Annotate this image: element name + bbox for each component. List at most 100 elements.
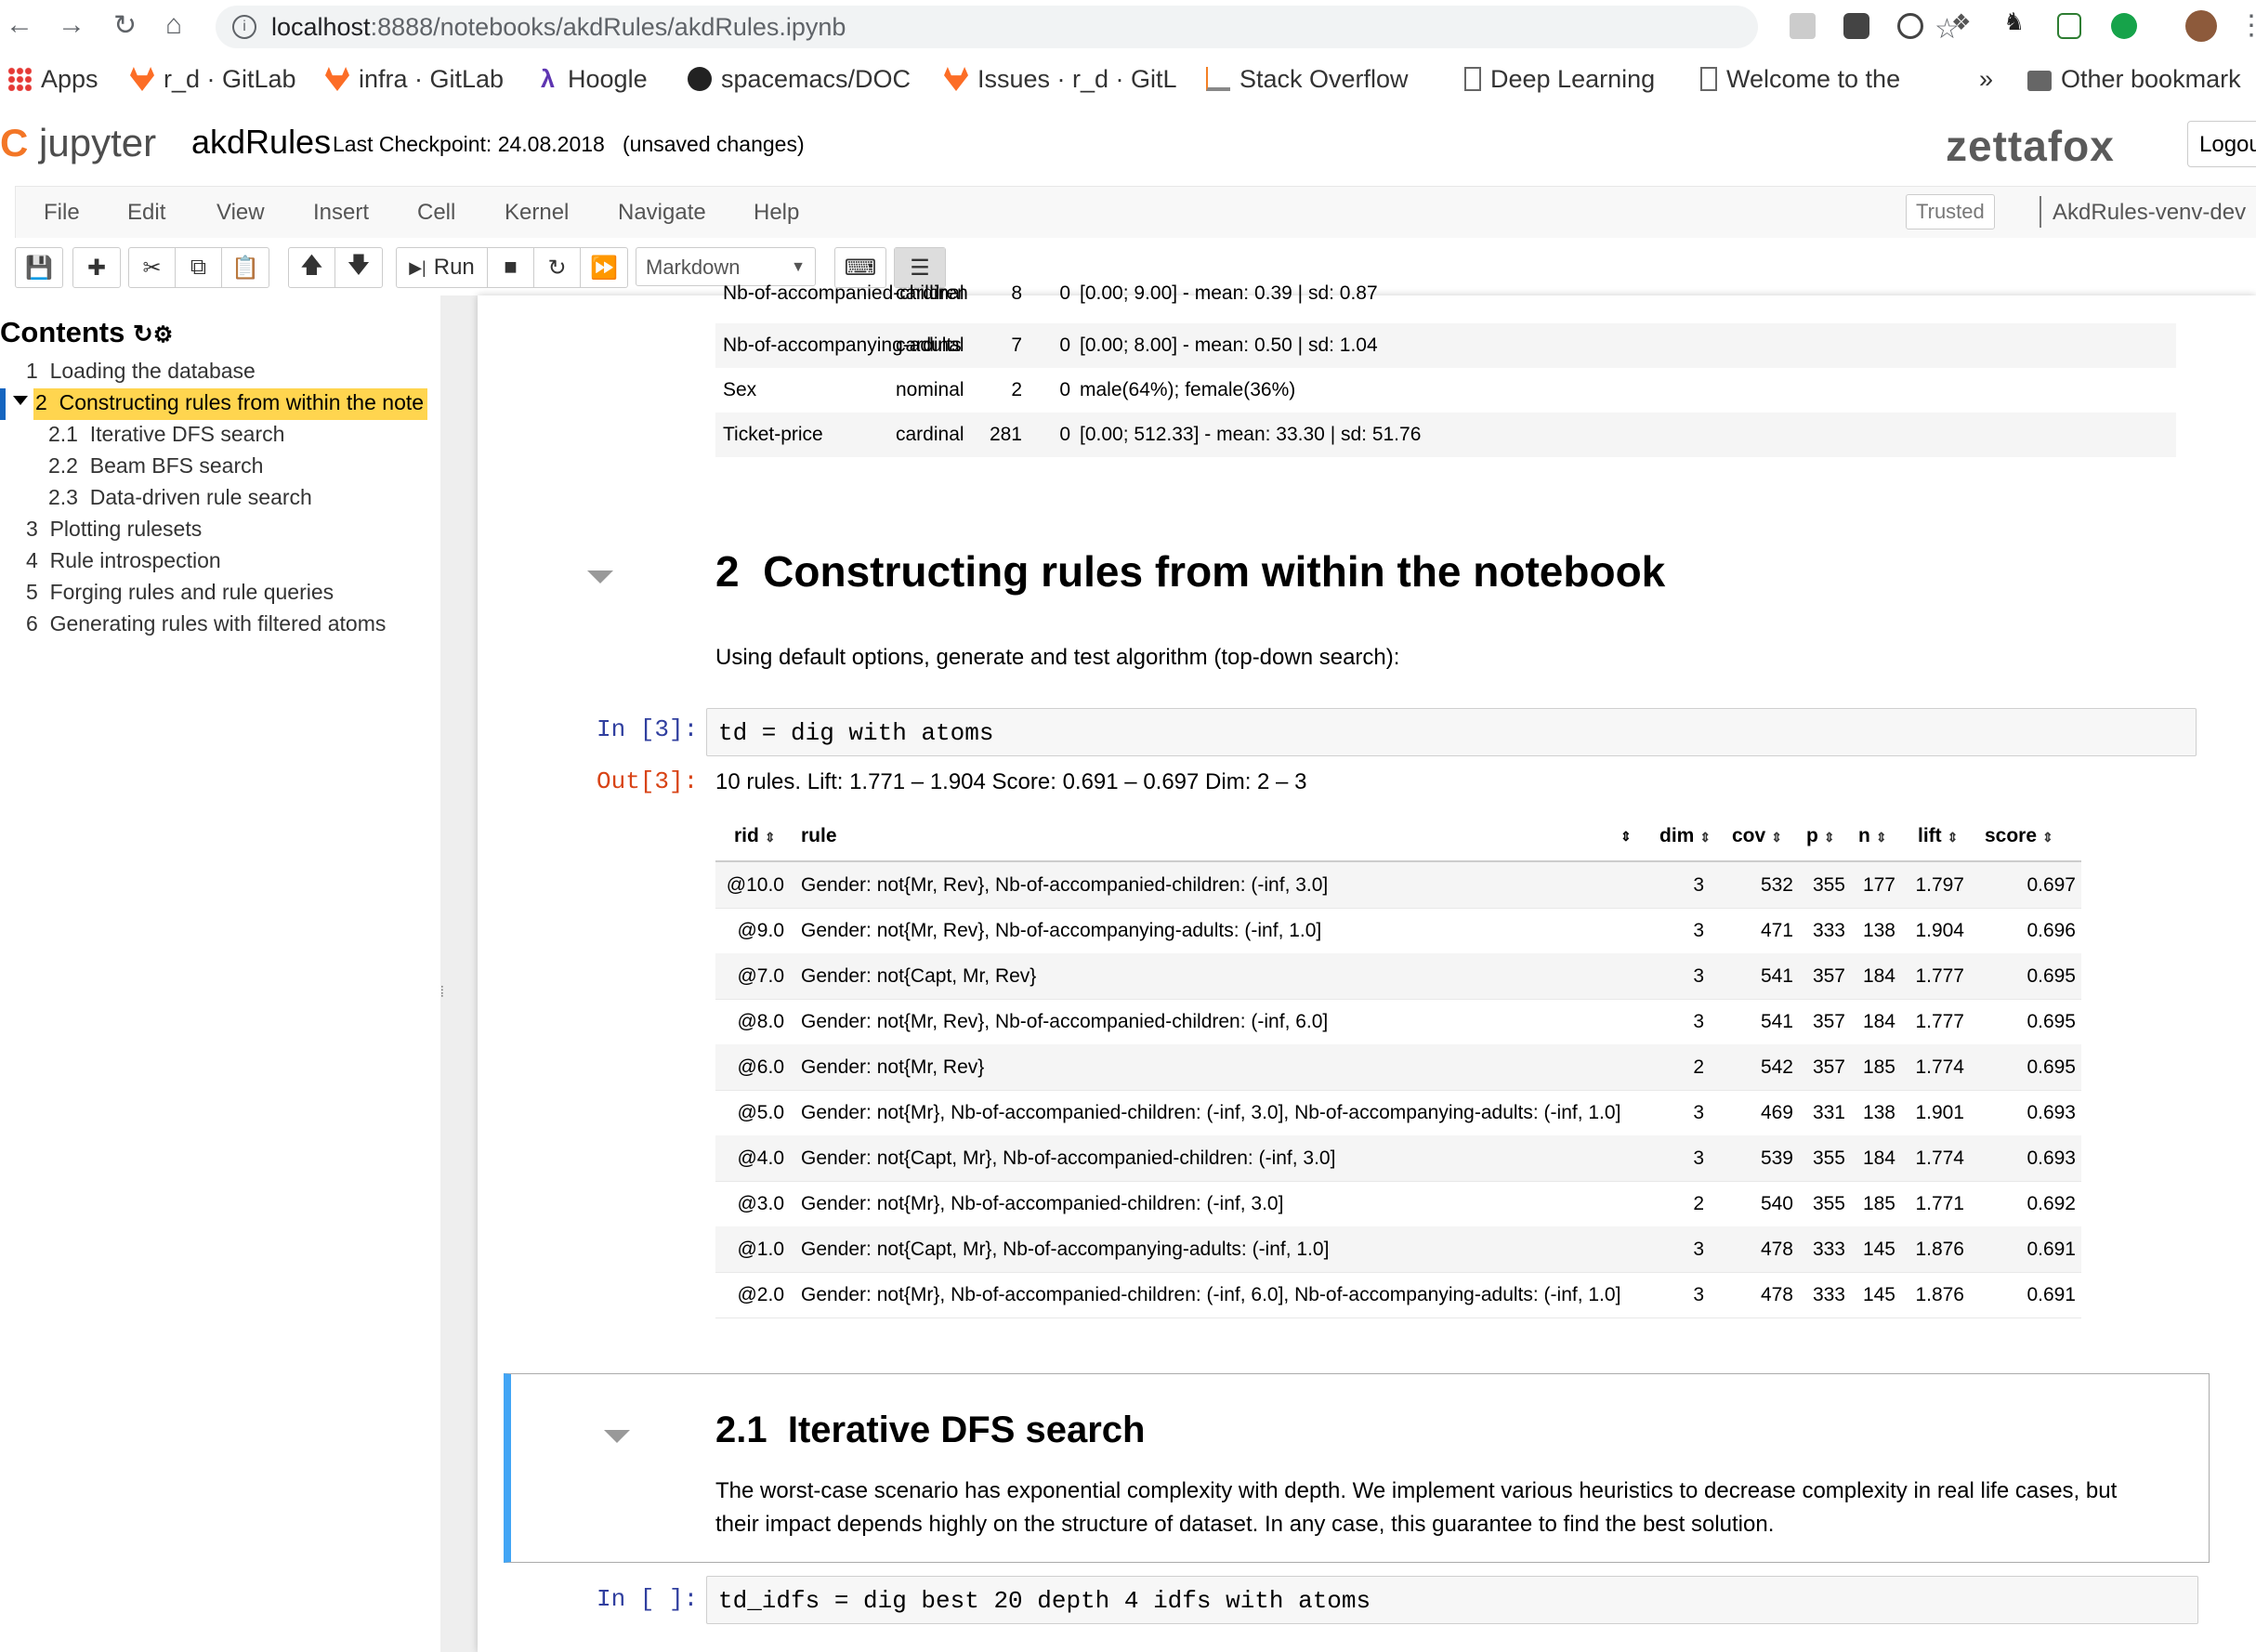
page-icon xyxy=(1700,67,1717,91)
menu-help[interactable]: Help xyxy=(754,200,799,226)
paste-icon[interactable]: 📋 xyxy=(222,248,269,287)
attributes-table: Nb-of-accompanied-children cardinal 8 0 … xyxy=(715,282,2176,463)
table-cell: 138 xyxy=(1862,1102,1895,1123)
collapse-heading-icon[interactable] xyxy=(587,570,613,583)
code-input[interactable]: td_idfs = dig best 20 depth 4 idfs with … xyxy=(706,1576,2198,1624)
header-lift[interactable]: lift ⇕ xyxy=(1918,825,1958,847)
collapse-heading-icon[interactable] xyxy=(604,1430,630,1443)
hangouts-icon[interactable] xyxy=(2111,13,2137,39)
save-icon[interactable]: 💾 xyxy=(16,248,62,287)
bookmark-gitlab-rd[interactable]: r_d · GitLab xyxy=(130,65,296,94)
extension-icon[interactable] xyxy=(1790,13,1816,39)
section-heading: 2 Constructing rules from within the not… xyxy=(715,547,1666,596)
table-cell: 184 xyxy=(1862,965,1895,987)
run-button[interactable]: ▶| Run xyxy=(397,248,488,287)
menu-file[interactable]: File xyxy=(44,200,80,226)
fast-forward-icon[interactable]: ⏩ xyxy=(581,248,627,287)
refresh-icon[interactable]: ↻ xyxy=(133,320,153,347)
toc-item-1[interactable]: 1 Loading the database xyxy=(26,359,256,384)
address-bar[interactable]: i localhost:8888/notebooks/akdRules/akdR… xyxy=(216,6,1960,48)
table-cell: 1.904 xyxy=(1915,920,1964,941)
bookmark-spacemacs[interactable]: spacemacs/DOC xyxy=(688,65,911,94)
header-rid[interactable]: rid ⇕ xyxy=(734,825,776,847)
table-cell: 478 xyxy=(1760,1239,1793,1260)
evernote-icon[interactable] xyxy=(2057,13,2081,39)
jupyter-logo[interactable]: C jupyter xyxy=(0,121,156,165)
table-cell: 0.695 xyxy=(2026,1011,2076,1032)
password-icon[interactable] xyxy=(1897,13,1923,39)
dropbox-icon[interactable]: ❖ xyxy=(1951,9,1977,35)
bookmark-deep-learning[interactable]: Deep Learning xyxy=(1464,65,1655,94)
code-input[interactable]: td = dig with atoms xyxy=(706,708,2197,756)
notebook-name[interactable]: akdRules xyxy=(191,123,331,162)
toc-sidebar: Contents ↻⚙ 1 Loading the database 2 Con… xyxy=(0,295,440,1652)
toc-item-6[interactable]: 6 Generating rules with filtered atoms xyxy=(26,611,386,636)
table-cell: 3 xyxy=(1693,1147,1704,1169)
info-icon[interactable]: i xyxy=(232,15,256,39)
gitlab-icon xyxy=(130,67,154,91)
move-down-icon[interactable]: 🡇 xyxy=(335,248,382,287)
bookmark-other[interactable]: Other bookmark xyxy=(2027,65,2241,94)
header-score[interactable]: score ⇕ xyxy=(1985,825,2053,847)
bookmark-apps[interactable]: Apps xyxy=(7,65,98,94)
header-n[interactable]: n ⇕ xyxy=(1858,825,1887,847)
toc-item-5[interactable]: 5 Forging rules and rule queries xyxy=(26,580,334,605)
sort-icon: ⇕ xyxy=(2042,830,2053,845)
bookmark-gitlab-infra[interactable]: infra · GitLab xyxy=(325,65,504,94)
bookmark-issues[interactable]: Issues · r_d · GitL xyxy=(944,65,1177,94)
toc-item-2[interactable]: 2 Constructing rules from within the not… xyxy=(35,390,424,415)
table-header: rid ⇕ rule ⇕ dim ⇕ cov ⇕ p ⇕ n ⇕ lift ⇕ score ⇕ xyxy=(715,825,2081,862)
copy-icon[interactable]: ⧉ xyxy=(176,248,222,287)
menu-view[interactable]: View xyxy=(216,200,265,226)
header-p[interactable]: p ⇕ xyxy=(1806,825,1835,847)
move-up-icon[interactable]: 🡅 xyxy=(289,248,335,287)
keyboard-icon[interactable]: ⌨ xyxy=(835,248,885,287)
menu-navigate[interactable]: Navigate xyxy=(618,200,706,226)
table-cell: 1.777 xyxy=(1915,1011,1964,1032)
trusted-indicator[interactable]: Trusted xyxy=(1906,194,1995,229)
bookmark-stackoverflow[interactable]: Stack Overflow xyxy=(1206,65,1409,94)
table-row: @3.0 Gender: not{Mr}, Nb-of-accompanied-c… xyxy=(715,1181,2081,1227)
pocket-icon[interactable] xyxy=(1843,13,1869,39)
cut-icon[interactable]: ✂ xyxy=(129,248,176,287)
cell-type-select[interactable]: Markdown ▼ xyxy=(636,247,816,286)
forward-icon[interactable]: → xyxy=(58,9,85,41)
table-cell: @3.0 xyxy=(737,1193,784,1214)
menu-cell[interactable]: Cell xyxy=(417,200,455,226)
toc-toggle-icon[interactable]: ☰ xyxy=(895,248,945,287)
toc-item-2-3[interactable]: 2.3 Data-driven rule search xyxy=(48,485,312,510)
home-icon[interactable]: ⌂ xyxy=(165,9,182,41)
menu-insert[interactable]: Insert xyxy=(313,200,369,226)
bookmark-hoogle[interactable]: λ Hoogle xyxy=(541,65,648,94)
toc-item-2-1[interactable]: 2.1 Iterative DFS search xyxy=(48,422,284,447)
table-row: @8.0 Gender: not{Mr, Rev}, Nb-of-accompan… xyxy=(715,999,2081,1045)
header-dim[interactable]: dim ⇕ xyxy=(1659,825,1711,847)
reload-icon[interactable]: ↻ xyxy=(113,9,137,42)
restart-icon[interactable]: ↻ xyxy=(534,248,581,287)
menu-edit[interactable]: Edit xyxy=(127,200,165,226)
toc-collapse-icon[interactable] xyxy=(13,396,28,405)
logout-button[interactable]: Logou xyxy=(2187,121,2256,167)
drag-handle-icon[interactable]: ⦙ xyxy=(440,985,444,1002)
table-row: Nb-of-accompanied-children cardinal 8 0 … xyxy=(723,282,1378,304)
gnu-icon[interactable]: ♞ xyxy=(2003,7,2029,35)
bookmarks-overflow[interactable]: » xyxy=(1979,65,1993,94)
page-icon xyxy=(1464,67,1481,91)
bookmark-welcome[interactable]: Welcome to the xyxy=(1700,65,1900,94)
table-row: @10.0 Gender: not{Mr, Rev}, Nb-of-accompa… xyxy=(715,862,2081,909)
toc-item-2-2[interactable]: 2.2 Beam BFS search xyxy=(48,453,263,479)
header-cov[interactable]: cov ⇕ xyxy=(1732,825,1782,847)
profile-avatar[interactable] xyxy=(2185,10,2217,42)
kernel-name: AkdRules-venv-dev xyxy=(2039,196,2247,228)
header-rule[interactable]: rule xyxy=(801,825,837,847)
back-icon[interactable]: ← xyxy=(6,9,33,41)
menu-kebab-icon[interactable]: ⋮ xyxy=(2237,9,2256,42)
stop-icon[interactable]: ■ xyxy=(488,248,534,287)
toc-item-3[interactable]: 3 Plotting rulesets xyxy=(26,517,202,542)
add-cell-icon[interactable]: ✚ xyxy=(73,248,120,287)
gear-icon[interactable]: ⚙ xyxy=(153,322,174,347)
menu-kernel[interactable]: Kernel xyxy=(505,200,569,226)
sort-icon[interactable]: ⇕ xyxy=(1620,829,1632,845)
selected-markdown-cell[interactable]: 2.1 Iterative DFS search The worst-case … xyxy=(504,1373,2210,1563)
toc-item-4[interactable]: 4 Rule introspection xyxy=(26,548,221,573)
